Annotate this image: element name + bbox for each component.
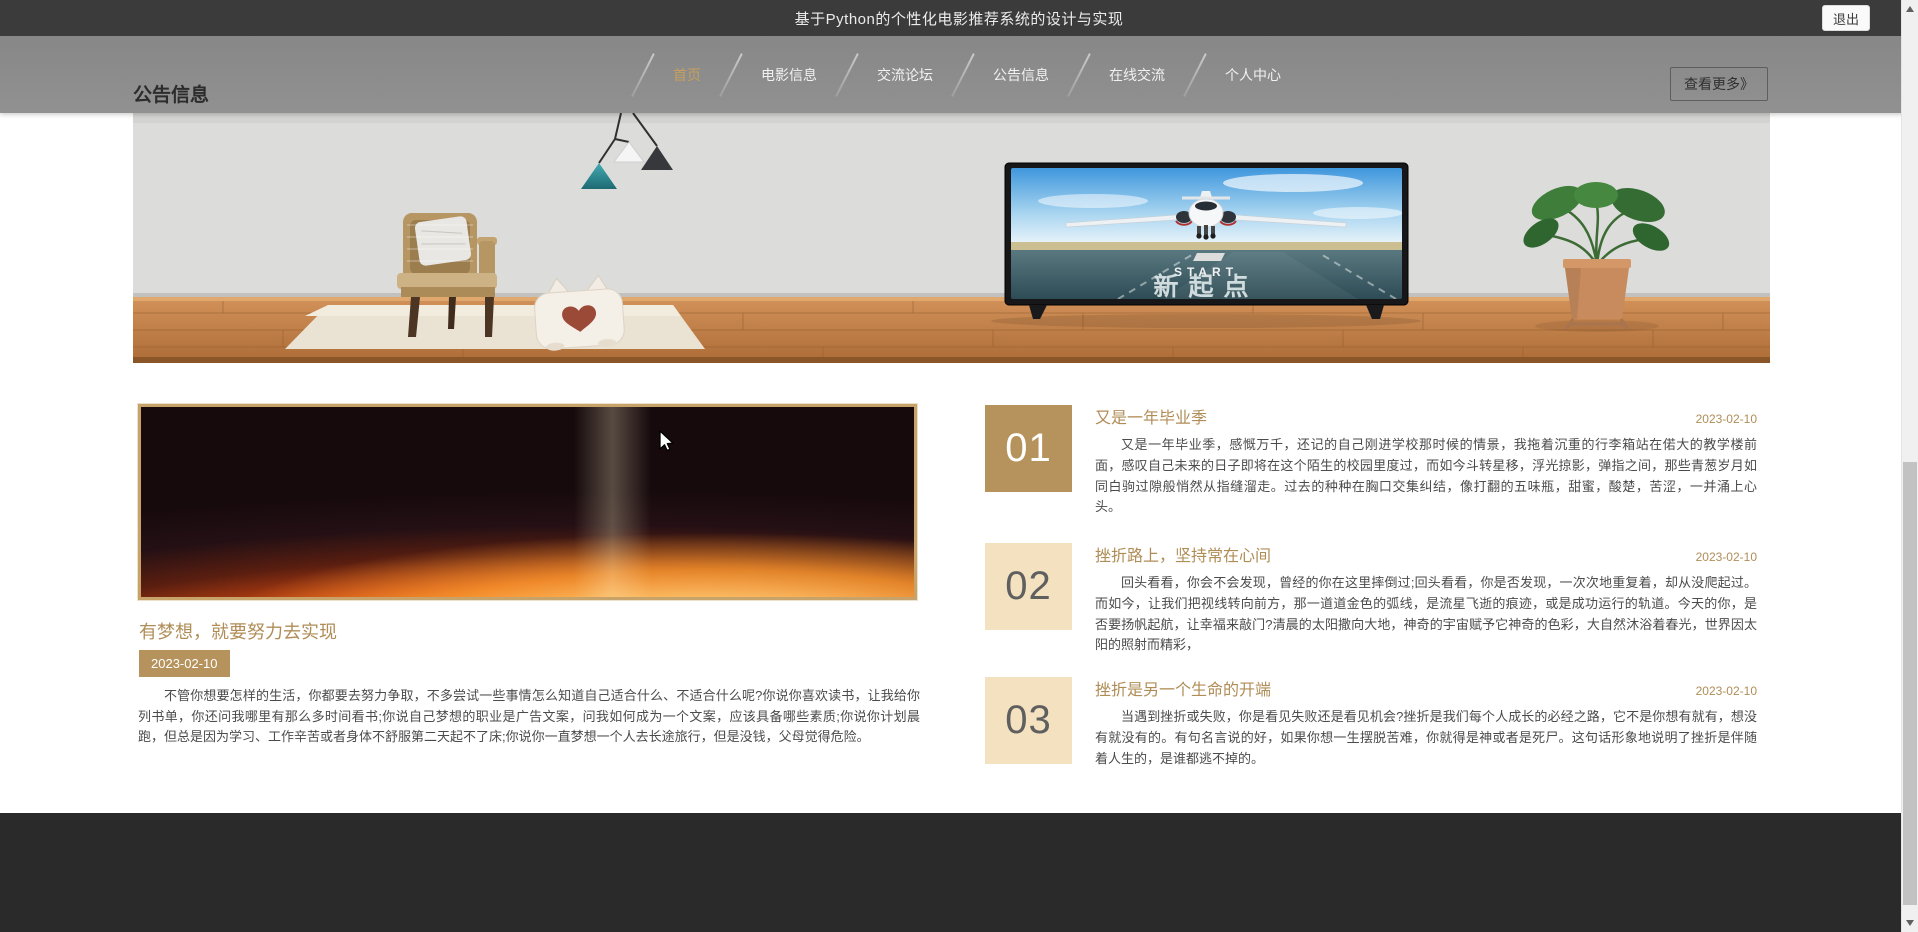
scroll-down-arrow-icon[interactable] <box>1902 915 1918 931</box>
featured-article-date-badge: 2023-02-10 <box>139 650 230 677</box>
system-title: 基于Python的个性化电影推荐系统的设计与实现 <box>795 8 1124 29</box>
featured-article-body: 不管你想要怎样的生活，你都要去努力争取，不多尝试一些事情怎么知道自己适合什么、不… <box>138 686 920 748</box>
announcement-number: 03 <box>985 677 1072 764</box>
nav-item-announcements[interactable]: 公告信息 <box>966 65 1076 85</box>
topbar: 基于Python的个性化电影推荐系统的设计与实现 退出 <box>0 0 1918 36</box>
tv: START 新起点 <box>991 163 1421 328</box>
announcement-body: 回头看看，你会不会发现，曾经的你在这里摔倒过;回头看看，你是否发现，一次次地重复… <box>1095 573 1757 656</box>
footer <box>0 813 1918 932</box>
announcement-title[interactable]: 又是一年毕业季 <box>1095 404 1207 428</box>
announcement-title[interactable]: 挫折是另一个生命的开端 <box>1095 676 1271 700</box>
announcement-item-3[interactable]: 03 挫折是另一个生命的开端 2023-02-10 当遇到挫折或失败，你是看见失… <box>985 676 1757 769</box>
announcement-title[interactable]: 挫折路上，坚持常在心间 <box>1095 542 1271 566</box>
announcement-date: 2023-02-10 <box>1696 550 1757 564</box>
scrollbar-thumb[interactable] <box>1903 462 1917 905</box>
scroll-up-arrow-icon[interactable] <box>1902 1 1918 17</box>
vertical-scrollbar[interactable] <box>1901 0 1918 932</box>
nav-item-chat[interactable]: 在线交流 <box>1082 65 1192 85</box>
banner-illustration: START 新起点 <box>133 113 1770 363</box>
page: 基于Python的个性化电影推荐系统的设计与实现 退出 公告信息 首页 电影信息… <box>0 0 1918 932</box>
announcement-body: 又是一年毕业季，感慨万千，还记的自己刚进学校那时候的情景，我拖着沉重的行李箱站在… <box>1095 435 1757 518</box>
featured-article-title[interactable]: 有梦想，就要努力去实现 <box>139 618 337 644</box>
view-more-button[interactable]: 查看更多》 <box>1670 67 1768 101</box>
announcement-item-1[interactable]: 01 又是一年毕业季 2023-02-10 又是一年毕业季，感慨万千，还记的自己… <box>985 404 1757 518</box>
announcement-body: 当遇到挫折或失败，你是看见失败还是看见机会?挫折是我们每个人成长的必经之路，它不… <box>1095 707 1757 769</box>
nav-item-home[interactable]: 首页 <box>646 65 728 85</box>
page-title: 公告信息 <box>133 80 209 107</box>
nav-item-movies[interactable]: 电影信息 <box>734 65 844 85</box>
announcement-number: 02 <box>985 543 1072 630</box>
featured-article-image[interactable] <box>138 404 917 600</box>
announcement-item-2[interactable]: 02 挫折路上，坚持常在心间 2023-02-10 回头看看，你会不会发现，曾经… <box>985 542 1757 656</box>
announcement-number: 01 <box>985 405 1072 492</box>
nav-item-forum[interactable]: 交流论坛 <box>850 65 960 85</box>
announcement-date: 2023-02-10 <box>1696 684 1757 698</box>
tv-text-cn: 新起点 <box>1153 272 1258 301</box>
main-menu: 首页 电影信息 交流论坛 公告信息 在线交流 个人中心 <box>640 36 1308 113</box>
banner-image: START 新起点 <box>133 113 1770 363</box>
navbar: 公告信息 首页 电影信息 交流论坛 公告信息 在线交流 个人中心 查看更多》 <box>0 36 1918 113</box>
announcement-date: 2023-02-10 <box>1696 412 1757 426</box>
logout-button[interactable]: 退出 <box>1822 5 1870 31</box>
nav-item-profile[interactable]: 个人中心 <box>1198 65 1308 85</box>
